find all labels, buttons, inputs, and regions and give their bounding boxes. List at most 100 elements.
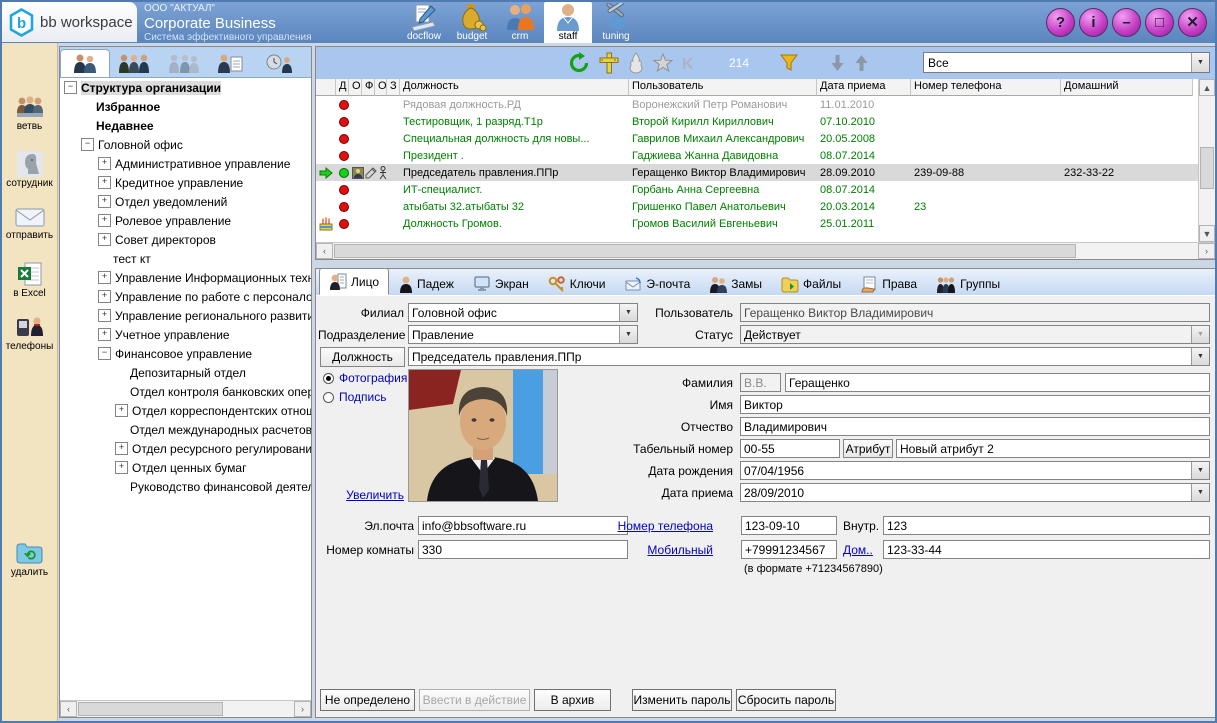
- tree-item-label[interactable]: Совет директоров: [115, 233, 216, 247]
- tree-item-label[interactable]: Отдел ценных бумаг: [132, 461, 246, 475]
- cell-user[interactable]: Второй Кирилл Кириллович: [629, 116, 817, 128]
- column-header[interactable]: Пользователь: [629, 79, 817, 96]
- tree-item-label[interactable]: Административное управление: [115, 157, 290, 171]
- sidebar-item-excel[interactable]: в Excel: [2, 261, 57, 299]
- cell-hire-date[interactable]: 07.10.2010: [817, 116, 911, 128]
- cell-hire-date[interactable]: 28.09.2010: [817, 167, 911, 179]
- birthdate-dropdown[interactable]: 07/04/1956 ▼: [740, 461, 1210, 480]
- radio-unchecked-icon[interactable]: [323, 392, 334, 403]
- help-button[interactable]: ?: [1046, 8, 1075, 37]
- tab-группы[interactable]: Группы: [927, 273, 1009, 295]
- tree-item-label[interactable]: Избранное: [96, 100, 160, 114]
- tree-collapse-icon[interactable]: −: [81, 138, 94, 151]
- home-phone-field[interactable]: [883, 540, 1210, 559]
- tree-item[interactable]: + Совет директоров: [60, 230, 311, 249]
- scroll-thumb[interactable]: [1200, 147, 1214, 189]
- cell-user[interactable]: Гаврилов Михаил Александрович: [629, 133, 817, 145]
- module-budget[interactable]: budget: [448, 2, 496, 43]
- tree-item[interactable]: +Отдел корреспондентских отноше: [60, 401, 311, 420]
- tree-expand-icon[interactable]: +: [115, 442, 128, 455]
- tab-лицо[interactable]: Лицо: [319, 268, 389, 295]
- tree-item[interactable]: +Управление регионального развития: [60, 306, 311, 325]
- cell-position[interactable]: ИТ-специалист.: [400, 184, 629, 196]
- home-phone-link[interactable]: Дом..: [843, 543, 881, 557]
- action-button-1[interactable]: Не определено: [320, 689, 415, 711]
- tree-item[interactable]: +Управление по работе с персоналом: [60, 287, 311, 306]
- minimize-button[interactable]: –: [1112, 8, 1141, 37]
- firstname-field[interactable]: [740, 395, 1210, 414]
- cell-user[interactable]: Громов Василий Евгеньевич: [629, 218, 817, 230]
- tree-expand-icon[interactable]: +: [115, 461, 128, 474]
- tree-item[interactable]: −Головной офис: [60, 135, 311, 154]
- tree-item-label[interactable]: Отдел контроля банковских опера: [130, 385, 311, 399]
- tree-view-tab-3[interactable]: [158, 50, 206, 77]
- tree-item[interactable]: +Кредитное управление: [60, 173, 311, 192]
- tree-collapse-icon[interactable]: −: [64, 81, 77, 94]
- cell-hire-date[interactable]: 08.07.2014: [817, 150, 911, 162]
- tree-view-tab-5[interactable]: [254, 50, 302, 77]
- module-tuning[interactable]: tuning: [592, 2, 640, 43]
- tree-expand-icon[interactable]: +: [98, 233, 111, 246]
- column-header[interactable]: Д: [336, 79, 349, 96]
- tree-item-label[interactable]: Учетное управление: [115, 328, 230, 342]
- tree-item[interactable]: Недавнее: [60, 116, 311, 135]
- tree-item[interactable]: +Ролевое управление: [60, 211, 311, 230]
- surname-field[interactable]: [785, 373, 1210, 392]
- cell-user[interactable]: Гришенко Павел Анатольевич: [629, 201, 817, 213]
- action-button-5[interactable]: Сбросить пароль: [736, 689, 836, 711]
- tree-collapse-icon[interactable]: −: [98, 347, 111, 360]
- tree-item-label[interactable]: Финансовое управление: [115, 347, 252, 361]
- tree-item-label[interactable]: тест кт: [113, 252, 151, 266]
- tab-ключи[interactable]: Ключи: [539, 273, 615, 295]
- radio-checked-icon[interactable]: [323, 373, 334, 384]
- column-header[interactable]: Ф: [362, 79, 375, 96]
- cell-position[interactable]: Президент .: [400, 150, 629, 162]
- tree-item-label[interactable]: Отдел уведомлений: [115, 195, 227, 209]
- tree-item-label[interactable]: Депозитарный отдел: [130, 366, 246, 380]
- mobile-link[interactable]: Мобильный: [566, 543, 713, 557]
- tree-item[interactable]: +Управление Информационных технол: [60, 268, 311, 287]
- cell-position[interactable]: Председатель правления.ППр: [400, 167, 629, 179]
- column-header[interactable]: О: [375, 79, 387, 96]
- column-header[interactable]: З: [387, 79, 400, 96]
- scroll-left-icon[interactable]: ‹: [316, 243, 333, 259]
- scroll-right-icon[interactable]: ›: [294, 701, 311, 717]
- tab-файлы[interactable]: Файлы: [772, 273, 850, 295]
- tree-view-tab-1[interactable]: [60, 49, 110, 77]
- tree-item[interactable]: Отдел контроля банковских опера: [60, 382, 311, 401]
- tree-item[interactable]: −Структура организации: [60, 78, 311, 97]
- phone-field[interactable]: [741, 516, 837, 535]
- tree-item-label[interactable]: Структура организации: [81, 81, 221, 95]
- tree-item[interactable]: −Финансовое управление: [60, 344, 311, 363]
- position-button[interactable]: Должность: [320, 347, 405, 367]
- scroll-thumb[interactable]: [334, 244, 1076, 258]
- chevron-down-icon[interactable]: ▼: [1191, 53, 1209, 72]
- tree-item-label[interactable]: Головной офис: [98, 138, 183, 152]
- tree-item[interactable]: +Административное управление: [60, 154, 311, 173]
- sidebar-item-employee[interactable]: сотрудник: [2, 151, 57, 189]
- department-dropdown[interactable]: Правление ▼: [408, 325, 638, 344]
- branch-dropdown[interactable]: Головной офис ▼: [408, 303, 638, 322]
- table-row[interactable]: Председатель правления.ППрГеращенко Викт…: [316, 164, 1198, 181]
- tree-item[interactable]: + Отдел ценных бумаг: [60, 458, 311, 477]
- tree-item-label[interactable]: Ролевое управление: [115, 214, 231, 228]
- tree-item[interactable]: Избранное: [60, 97, 311, 116]
- phone-link[interactable]: Номер телефона: [566, 519, 713, 533]
- internal-phone-field[interactable]: [883, 516, 1210, 535]
- table-row[interactable]: ИТ-специалист.Горбань Анна Сергеевна08.0…: [316, 181, 1198, 198]
- tree-expand-icon[interactable]: +: [98, 271, 111, 284]
- tree-item-label[interactable]: Управление регионального развития: [115, 309, 311, 323]
- sidebar-item-phones[interactable]: телефоны: [2, 315, 57, 352]
- tree-item[interactable]: +Отдел ресурсного регулирования: [60, 439, 311, 458]
- cell-phone[interactable]: 23: [911, 201, 1061, 213]
- tree-item[interactable]: Руководство финансовой деятель: [60, 477, 311, 496]
- tree-expand-icon[interactable]: +: [98, 328, 111, 341]
- cell-hire-date[interactable]: 20.05.2008: [817, 133, 911, 145]
- module-crm[interactable]: crm: [496, 2, 544, 43]
- tab-замы[interactable]: Замы: [700, 273, 771, 295]
- column-header[interactable]: О: [349, 79, 362, 96]
- column-header[interactable]: Домашний: [1061, 79, 1193, 96]
- cell-user[interactable]: Гаджиева Жанна Давидовна: [629, 150, 817, 162]
- scroll-up-icon[interactable]: ▲: [1199, 79, 1215, 96]
- tree-expand-icon[interactable]: +: [115, 404, 128, 417]
